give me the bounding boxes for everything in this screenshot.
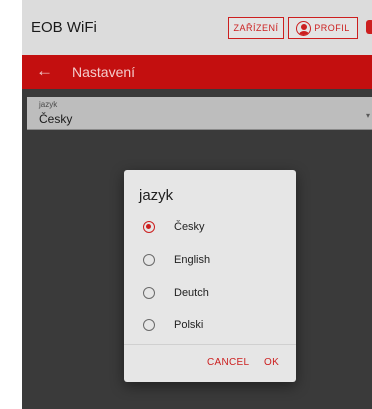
option-label: Polski [174,319,204,331]
radio-checked-icon[interactable] [143,221,155,233]
app-title: EOB WiFi [31,19,97,36]
dialog-actions: CANCEL OK [124,344,296,382]
app-window: EOB WiFi ZAŘÍZENÍ PROFIL ← Nastavení jaz… [22,0,372,409]
option-polski[interactable]: Polski [124,310,296,342]
menu-icon[interactable] [366,20,372,34]
language-select[interactable]: jazyk Česky ▾ [27,97,372,130]
option-label: Deutch [174,287,209,299]
devices-button[interactable]: ZAŘÍZENÍ [228,17,284,39]
option-english[interactable]: English [124,245,296,277]
cancel-button[interactable]: CANCEL [207,357,249,368]
language-dialog: jazyk Česky English Deutch Polski CANCEL… [124,170,296,382]
profile-button[interactable]: PROFIL [288,17,358,39]
option-label: English [174,254,211,266]
profile-label: PROFIL [314,23,350,33]
dialog-title: jazyk [139,187,174,204]
language-field-label: jazyk [39,100,58,109]
radio-unchecked-icon[interactable] [143,287,155,299]
top-bar: EOB WiFi ZAŘÍZENÍ PROFIL [22,0,372,55]
option-czech[interactable]: Česky [124,212,296,244]
option-label: Česky [174,221,205,233]
radio-unchecked-icon[interactable] [143,319,155,331]
page-title: Nastavení [72,64,136,80]
option-deutch[interactable]: Deutch [124,278,296,310]
user-icon [296,20,312,36]
language-field-value: Česky [39,112,73,126]
radio-unchecked-icon[interactable] [143,254,155,266]
settings-header: ← Nastavení [22,55,372,89]
caret-down-icon: ▾ [365,111,370,120]
arrow-left-icon[interactable]: ← [36,61,53,81]
ok-button[interactable]: OK [264,357,279,368]
devices-label: ZAŘÍZENÍ [233,23,279,33]
